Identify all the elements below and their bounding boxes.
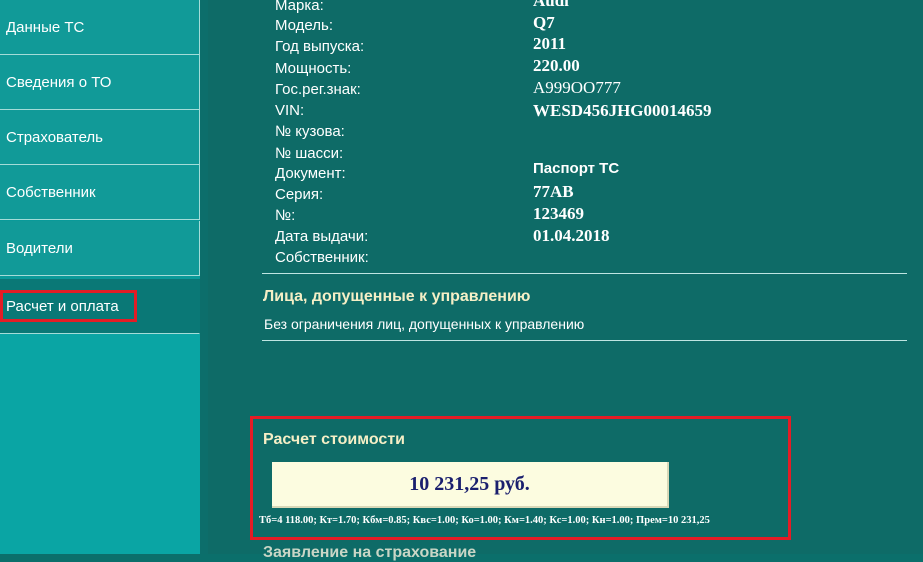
section-divider — [262, 340, 907, 341]
field-label-number: №: — [275, 207, 296, 224]
calculation-formula: Тб=4 118.00; Кт=1.70; Кбм=0.85; Квс=1.00… — [259, 515, 710, 526]
field-label-chassis-number: № шасси: — [275, 145, 344, 162]
field-value-series: 77AB — [533, 182, 574, 201]
field-label-power: Мощность: — [275, 60, 352, 77]
field-value-number: 123469 — [533, 204, 584, 223]
field-label-document: Документ: — [275, 165, 346, 182]
calculation-section-title: Расчет стоимости — [263, 431, 405, 448]
field-value-document: Паспорт ТС — [533, 160, 620, 177]
drivers-description: Без ограничения лиц, допущенных к управл… — [264, 316, 585, 332]
field-value-vin: WESD456JHG00014659 — [533, 101, 712, 120]
sidebar-item-label: Водители — [6, 239, 73, 257]
sidebar-item-policyholder[interactable]: Страхователь — [0, 110, 200, 165]
field-value-year: 2011 — [533, 34, 567, 53]
active-item-highlight — [0, 290, 137, 322]
section-divider — [262, 273, 907, 274]
field-label-body-number: № кузова: — [275, 123, 345, 140]
sidebar-item-label: Сведения о ТО — [6, 73, 112, 91]
field-label-year: Год выпуска: — [275, 38, 365, 55]
price-display: 10 231,25 руб. — [272, 462, 669, 508]
field-value-issue-date: 01.04.2018 — [533, 226, 610, 245]
sidebar: Данные ТС Сведения о ТО Страхователь Соб… — [0, 0, 200, 554]
price-value: 10 231,25 руб. — [409, 472, 530, 495]
field-value-model: Q7 — [533, 13, 555, 32]
sidebar-item-inspection-info[interactable]: Сведения о ТО — [0, 55, 200, 110]
field-label-owner: Собственник: — [275, 249, 369, 266]
sidebar-item-owner[interactable]: Собственник — [0, 165, 200, 220]
field-label-model: Модель: — [275, 17, 334, 34]
sidebar-item-vehicle-data[interactable]: Данные ТС — [0, 0, 200, 55]
field-label-issue-date: Дата выдачи: — [275, 228, 369, 245]
sidebar-background — [0, 334, 200, 554]
field-value-power: 220.00 — [533, 56, 580, 75]
field-label-vin: VIN: — [275, 102, 305, 119]
sidebar-item-drivers[interactable]: Водители — [0, 221, 200, 276]
field-label-make: Марка: — [275, 0, 324, 14]
field-value-make: Audi — [533, 0, 569, 10]
field-label-plate: Гос.рег.знак: — [275, 81, 361, 98]
sidebar-item-label: Собственник — [6, 183, 96, 201]
sidebar-item-label: Страхователь — [6, 128, 103, 146]
field-label-series: Серия: — [275, 186, 324, 203]
field-value-plate: A999OO777 — [533, 78, 621, 97]
drivers-section-title: Лица, допущенные к управлению — [263, 288, 531, 305]
sidebar-item-label: Данные ТС — [6, 18, 85, 36]
application-section-title: Заявление на страхование — [263, 544, 477, 561]
